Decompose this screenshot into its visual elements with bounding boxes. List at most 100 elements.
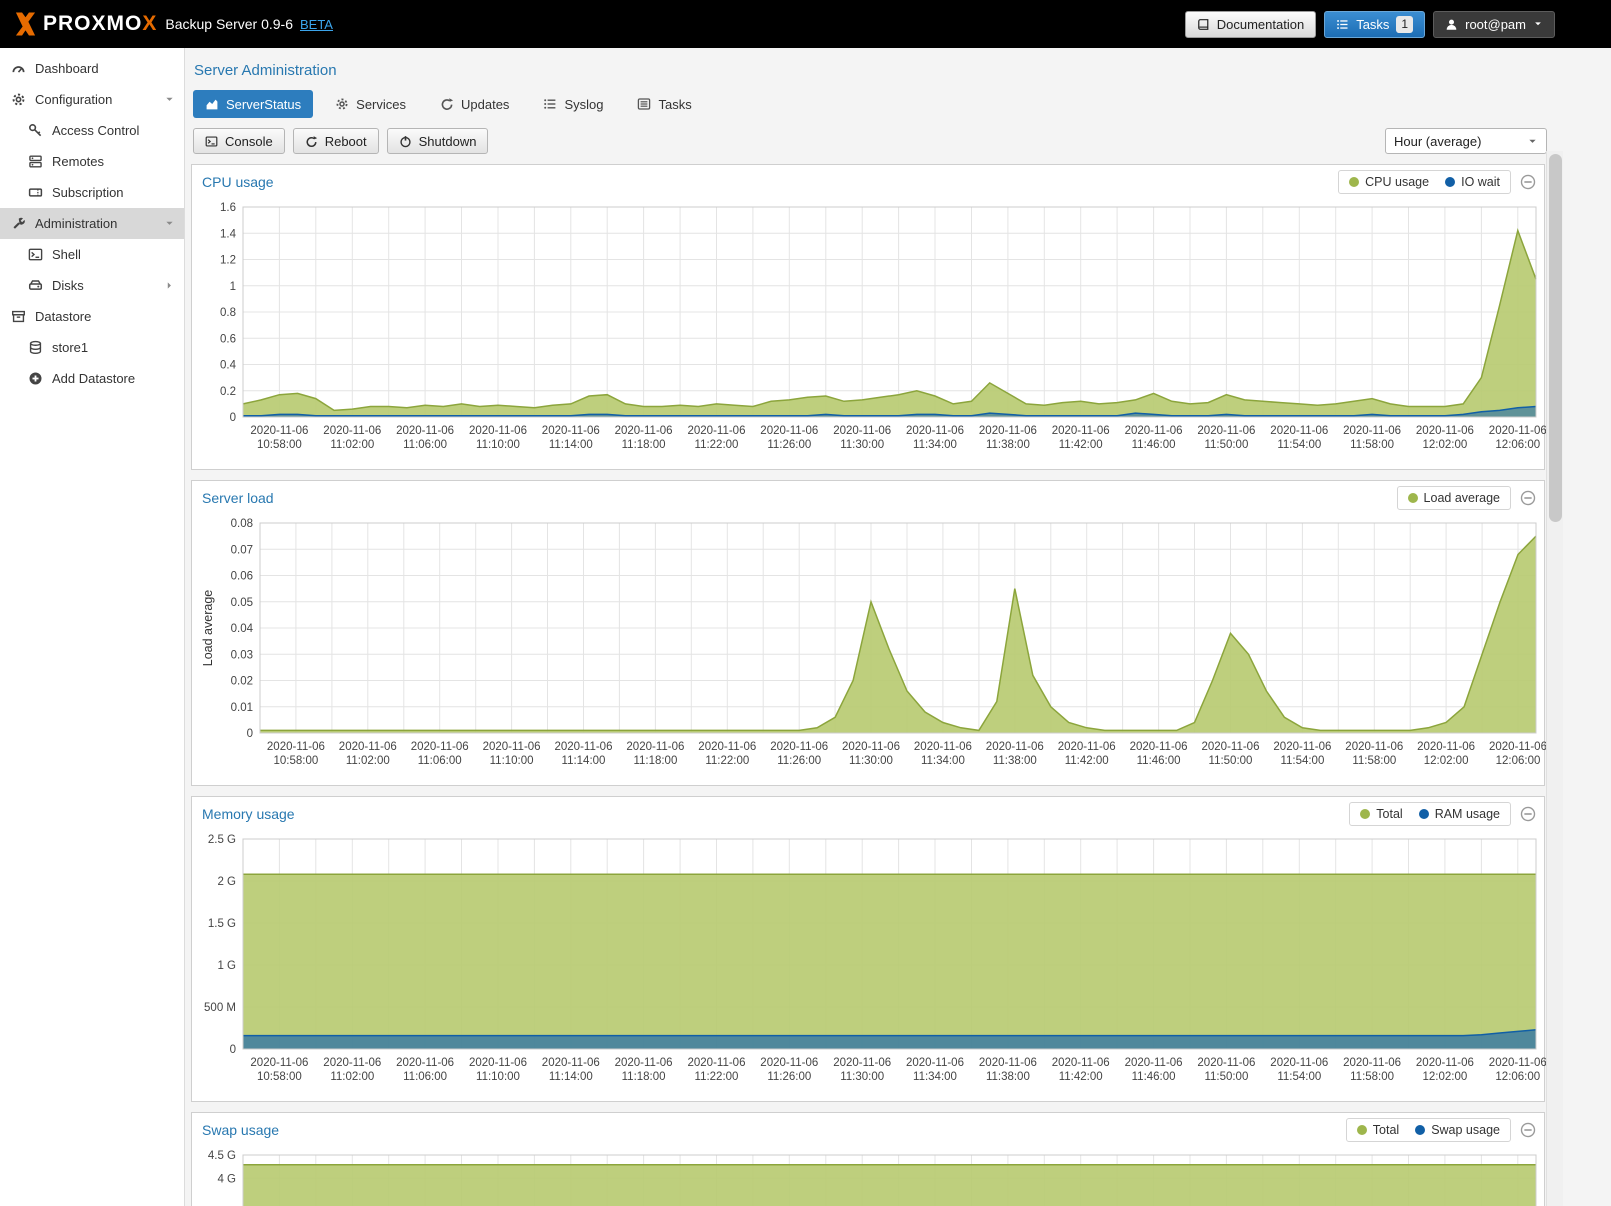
svg-text:10:58:00: 10:58:00 [274,755,319,767]
sidebar-item-configuration[interactable]: Configuration [0,84,184,115]
expander-caret-down-icon[interactable] [164,218,175,229]
series-0 [243,231,1536,417]
sidebar-item-administration[interactable]: Administration [0,208,184,239]
svg-text:2020-11-06: 2020-11-06 [979,425,1037,437]
svg-text:2020-11-06: 2020-11-06 [760,1057,818,1069]
panel-tools: TotalRAM usage [1349,802,1536,826]
vertical-scrollbar[interactable] [1546,151,1563,1206]
svg-text:2020-11-06: 2020-11-06 [1125,1057,1183,1069]
svg-text:0: 0 [230,1044,236,1056]
svg-text:2020-11-06: 2020-11-06 [267,741,325,753]
svg-text:2020-11-06: 2020-11-06 [1489,1057,1547,1069]
expander-caret-down-icon[interactable] [164,94,175,105]
terminal-icon [28,247,43,262]
series-color-dot [1349,177,1359,187]
svg-text:2020-11-06: 2020-11-06 [1270,425,1328,437]
panel-title: Server load [202,490,274,506]
tab-updates[interactable]: Updates [428,90,521,118]
svg-text:2020-11-06: 2020-11-06 [688,425,746,437]
collapse-panel-icon[interactable] [1520,1122,1536,1138]
chart-canvas: 00.20.40.60.811.21.41.62020-11-0610:58:0… [196,199,1548,463]
svg-text:2020-11-06: 2020-11-06 [339,741,397,753]
svg-text:11:02:00: 11:02:00 [330,439,374,451]
svg-text:1: 1 [230,281,236,293]
chart-legend: CPU usageIO wait [1338,170,1511,194]
svg-text:2020-11-06: 2020-11-06 [1130,741,1188,753]
series-color-dot [1419,809,1429,819]
shutdown-button[interactable]: Shutdown [387,128,489,154]
svg-text:11:50:00: 11:50:00 [1204,439,1248,451]
svg-text:2020-11-06: 2020-11-06 [698,741,756,753]
collapse-panel-icon[interactable] [1520,806,1536,822]
svg-text:2020-11-06: 2020-11-06 [770,741,828,753]
timeframe-select[interactable]: Hour (average) [1385,128,1547,154]
archive-icon [11,309,26,324]
svg-text:10:58:00: 10:58:00 [257,439,302,451]
svg-text:1.5 G: 1.5 G [208,918,236,930]
svg-text:12:02:00: 12:02:00 [1424,755,1469,767]
tab-tasks[interactable]: Tasks [625,90,703,118]
sidebar-item-store1[interactable]: store1 [0,332,184,363]
terminal-icon [205,135,218,148]
svg-text:1.4: 1.4 [220,228,237,240]
product-name: Backup Server 0.9-6 [165,16,293,32]
brand-name: PROXMOX [43,12,157,36]
svg-text:0: 0 [247,728,253,740]
tab-services[interactable]: Services [323,90,418,118]
tab-syslog[interactable]: Syslog [531,90,615,118]
svg-text:11:18:00: 11:18:00 [622,439,666,451]
svg-text:11:42:00: 11:42:00 [1059,1071,1103,1083]
svg-text:11:50:00: 11:50:00 [1209,755,1253,767]
scrollbar-thumb[interactable] [1549,154,1562,522]
svg-text:11:02:00: 11:02:00 [330,1071,374,1083]
caret-down-icon [1527,136,1538,147]
sidebar-item-add-datastore[interactable]: Add Datastore [0,363,184,394]
sidebar-item-remotes[interactable]: Remotes [0,146,184,177]
sidebar-item-dashboard[interactable]: Dashboard [0,53,184,84]
legend-item: Total [1357,1123,1399,1137]
svg-text:2020-11-06: 2020-11-06 [833,1057,891,1069]
chart-legend: TotalSwap usage [1346,1118,1511,1142]
header-actions: Documentation Tasks 1 root@pam [1185,11,1555,38]
svg-text:2020-11-06: 2020-11-06 [688,1057,746,1069]
svg-text:11:10:00: 11:10:00 [476,439,520,451]
svg-text:0.08: 0.08 [231,518,253,530]
svg-text:2020-11-06: 2020-11-06 [1343,425,1401,437]
console-button[interactable]: Console [193,128,285,154]
svg-text:2020-11-06: 2020-11-06 [1202,741,1260,753]
documentation-button[interactable]: Documentation [1185,11,1316,38]
collapse-panel-icon[interactable] [1520,490,1536,506]
panel-header: CPU usage CPU usageIO wait [192,165,1544,199]
svg-text:0.04: 0.04 [231,623,254,635]
svg-text:11:54:00: 11:54:00 [1277,1071,1321,1083]
panel-tools: CPU usageIO wait [1338,170,1536,194]
sidebar-nav: Dashboard Configuration Access Control R… [0,48,185,1206]
svg-text:2 G: 2 G [217,876,236,888]
tab-serverstatus[interactable]: ServerStatus [193,90,313,118]
svg-text:11:46:00: 11:46:00 [1132,1071,1176,1083]
svg-text:11:18:00: 11:18:00 [633,755,677,767]
hdd-icon [28,278,43,293]
svg-text:12:06:00: 12:06:00 [1496,755,1541,767]
svg-text:11:46:00: 11:46:00 [1137,755,1181,767]
svg-text:2020-11-06: 2020-11-06 [542,425,600,437]
svg-text:11:34:00: 11:34:00 [913,1071,957,1083]
svg-text:2020-11-06: 2020-11-06 [469,1057,527,1069]
sidebar-item-disks[interactable]: Disks [0,270,184,301]
expander-caret-right-icon[interactable] [164,280,175,291]
svg-text:500 M: 500 M [204,1002,236,1014]
sidebar-item-datastore[interactable]: Datastore [0,301,184,332]
sidebar-item-shell[interactable]: Shell [0,239,184,270]
chart-area-icon [205,97,219,111]
user-menu-button[interactable]: root@pam [1433,11,1555,38]
server-load-panel: Server load Load average 00.010.020.030.… [191,480,1545,786]
sidebar-item-subscription[interactable]: Subscription [0,177,184,208]
beta-link[interactable]: BETA [300,17,333,32]
tasks-button[interactable]: Tasks 1 [1324,11,1425,38]
sidebar-item-access-control[interactable]: Access Control [0,115,184,146]
reboot-button[interactable]: Reboot [293,128,379,154]
svg-text:2020-11-06: 2020-11-06 [1125,425,1183,437]
svg-text:12:02:00: 12:02:00 [1423,439,1468,451]
gauge-icon [11,61,26,76]
collapse-panel-icon[interactable] [1520,174,1536,190]
